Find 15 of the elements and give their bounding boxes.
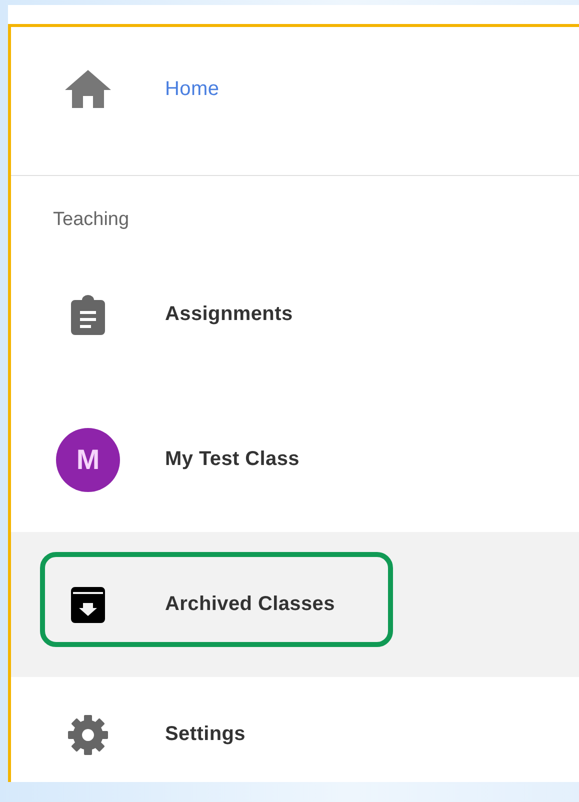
- nav-label: Assignments: [165, 303, 293, 326]
- clipboard-icon: [71, 294, 105, 334]
- nav-item[interactable]: Archived Classes: [11, 532, 579, 677]
- nav-label: My Test Class: [165, 448, 300, 471]
- nav-item[interactable]: Assignments: [11, 242, 579, 387]
- archive-icon: [70, 586, 106, 622]
- nav-link[interactable]: Home: [165, 78, 220, 100]
- avatar: M: [56, 428, 120, 492]
- nav-label: Settings: [165, 723, 246, 746]
- nav-label: Archived Classes: [165, 593, 335, 616]
- nav-item[interactable]: Settings: [11, 677, 579, 782]
- home-icon: [65, 70, 111, 108]
- nav-item[interactable]: M My Test Class: [11, 387, 579, 532]
- settings-icon: [68, 714, 108, 754]
- section-heading: Teaching: [53, 209, 130, 230]
